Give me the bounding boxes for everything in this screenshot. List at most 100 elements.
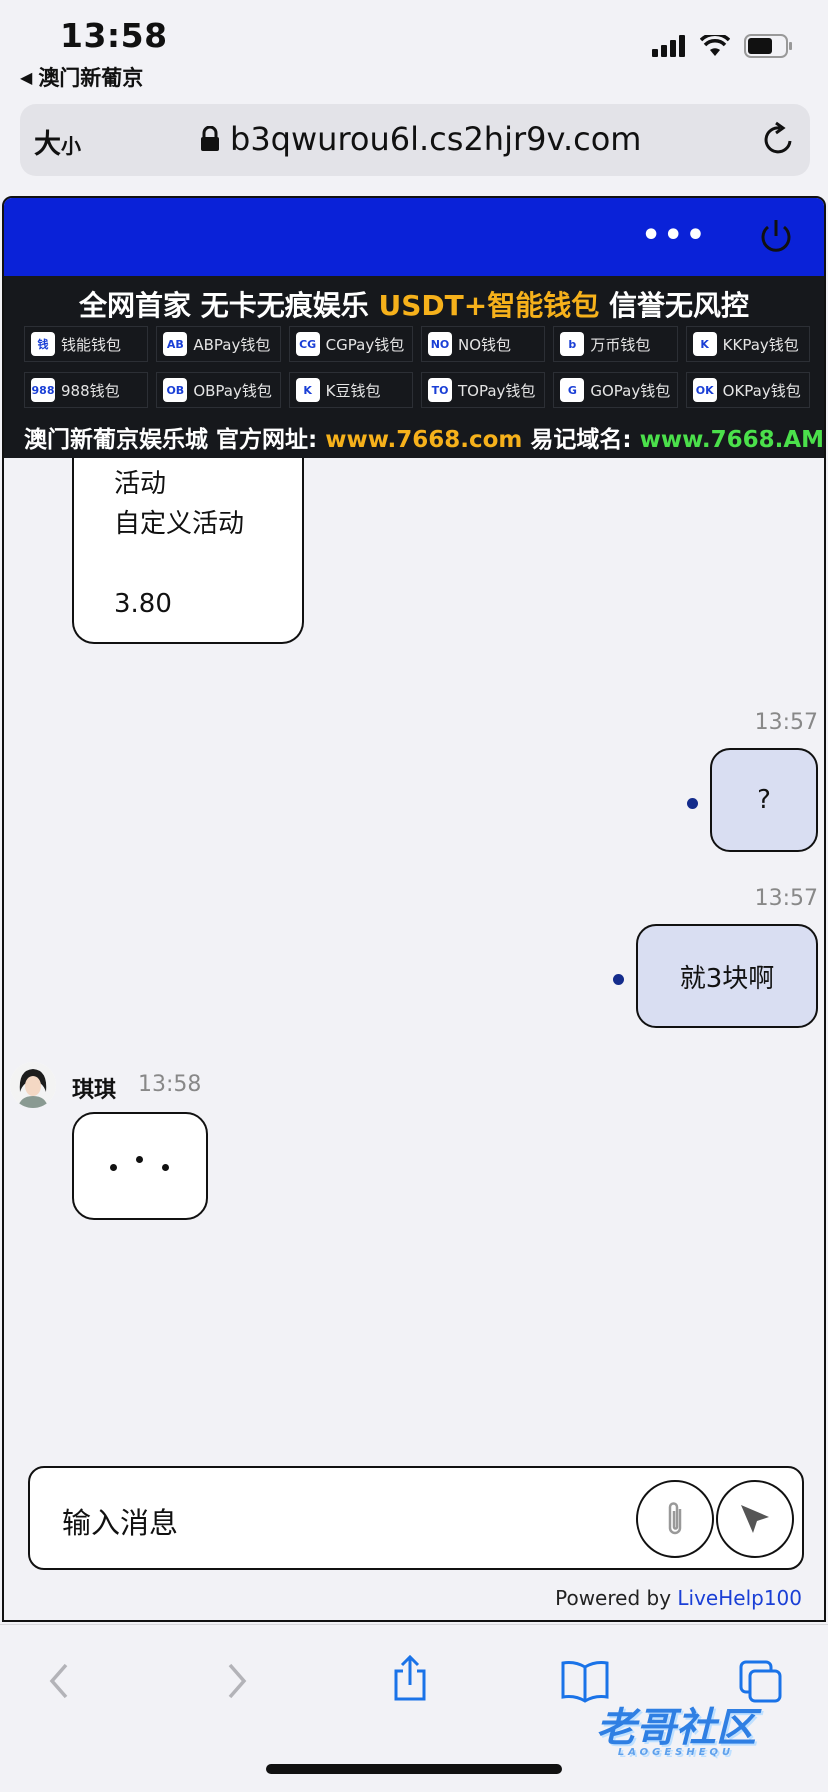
livehelp-link[interactable]: LiveHelp100 bbox=[677, 1586, 802, 1610]
agent-avatar-image bbox=[10, 1062, 56, 1108]
read-status-dot bbox=[613, 974, 624, 985]
card-amount: 3.80 bbox=[114, 589, 172, 619]
typing-dot bbox=[162, 1164, 169, 1171]
message-time: 13:57 bbox=[754, 886, 818, 911]
wallet-grid: 钱钱能钱包 AB ABPay钱包 CG CGPay钱包 NO NO钱包 b 万币钱包 K KKPay… bbox=[24, 326, 810, 408]
address-bar[interactable]: 大小 b3qwurou6l.cs2hjr9v.com bbox=[20, 104, 810, 176]
wallet-item[interactable]: OK OKPay钱包 bbox=[685, 372, 810, 408]
banner-title-part1: 全网首家 无卡无痕娱乐 bbox=[79, 289, 379, 322]
wallet-label: NO钱包 bbox=[458, 335, 512, 354]
cellular-signal-icon bbox=[652, 35, 685, 57]
message-composer[interactable]: 输入消息 bbox=[28, 1466, 804, 1570]
wallet-item[interactable]: b 万币钱包 bbox=[553, 326, 678, 362]
agent-activity-card: 活动 自定义活动 3.80 bbox=[72, 458, 304, 644]
read-status-dot bbox=[687, 798, 698, 809]
wallet-item[interactable]: OB OBPay钱包 bbox=[156, 372, 281, 408]
wifi-icon bbox=[700, 35, 730, 56]
wallet-label: 万币钱包 bbox=[590, 335, 651, 354]
wallet-label: ABPay钱包 bbox=[193, 335, 271, 354]
url-text: b3qwurou6l.cs2hjr9v.com bbox=[230, 120, 642, 158]
wallet-label: KKPay钱包 bbox=[722, 335, 799, 354]
attach-button[interactable] bbox=[636, 1480, 714, 1558]
wallet-item[interactable]: AB ABPay钱包 bbox=[156, 326, 281, 362]
wallet-label: CGPay钱包 bbox=[325, 335, 405, 354]
text-size-small-label: 小 bbox=[61, 134, 81, 158]
wallet-label: OKPay钱包 bbox=[722, 381, 801, 400]
message-time: 13:57 bbox=[754, 710, 818, 735]
typing-indicator bbox=[72, 1112, 208, 1220]
watermark-logo: 老哥社区 LAOGESHEQU bbox=[596, 1695, 756, 1758]
wallet-item[interactable]: G GOPay钱包 bbox=[553, 372, 678, 408]
message-input[interactable]: 输入消息 bbox=[62, 1500, 178, 1542]
share-icon[interactable] bbox=[390, 1653, 430, 1703]
watermark-text: 老哥社区 bbox=[596, 1705, 756, 1751]
wallet-item[interactable]: 988 988钱包 bbox=[24, 372, 149, 408]
reload-icon[interactable] bbox=[762, 121, 796, 157]
wallet-logo-icon: TO bbox=[428, 378, 452, 402]
chat-messages[interactable]: 活动 自定义活动 3.80 13:57 ? 13:57 就3块啊 琪琪 13:5… bbox=[4, 458, 824, 1548]
card-line-spacer bbox=[114, 544, 302, 584]
lock-icon bbox=[201, 126, 219, 151]
back-to-app-link[interactable]: ◀ 澳门新葡京 bbox=[20, 62, 143, 92]
wallet-logo-icon: OK bbox=[692, 378, 717, 402]
paperclip-icon bbox=[668, 1502, 682, 1535]
forward-arrow-icon[interactable] bbox=[222, 1659, 252, 1703]
power-icon[interactable] bbox=[758, 218, 794, 256]
url-display[interactable]: b3qwurou6l.cs2hjr9v.com bbox=[200, 120, 641, 158]
send-arrow-icon bbox=[741, 1505, 769, 1533]
wallet-item[interactable]: NO NO钱包 bbox=[421, 326, 546, 362]
text-size-button[interactable]: 大小 bbox=[34, 122, 81, 161]
wallet-logo-icon: AB bbox=[163, 332, 188, 356]
typing-dot bbox=[110, 1164, 117, 1171]
text-size-big-label: 大 bbox=[34, 129, 61, 160]
wallet-label: K豆钱包 bbox=[325, 381, 381, 400]
wallet-item[interactable]: CG CGPay钱包 bbox=[288, 326, 413, 362]
wallet-label: OBPay钱包 bbox=[193, 381, 272, 400]
official-site-label: 澳门新葡京娱乐城 官方网址: bbox=[24, 427, 326, 453]
wallet-item[interactable]: K KKPay钱包 bbox=[685, 326, 810, 362]
wallet-logo-icon: CG bbox=[295, 332, 320, 356]
banner-footer: 澳门新葡京娱乐城 官方网址: www.7668.com 易记域名: www.76… bbox=[24, 420, 824, 454]
wallet-logo-icon: b bbox=[560, 332, 585, 356]
watermark-subtext: LAOGESHEQU bbox=[617, 1747, 735, 1758]
agent-name: 琪琪 bbox=[72, 1078, 117, 1103]
typing-dot bbox=[136, 1156, 143, 1163]
wallet-logo-icon: K bbox=[295, 378, 320, 402]
wallet-label: TOPay钱包 bbox=[458, 381, 536, 400]
wallet-logo-icon: K bbox=[692, 332, 717, 356]
banner-title-highlight: USDT+智能钱包 bbox=[378, 289, 600, 322]
card-line: 自定义活动 bbox=[114, 509, 245, 539]
wallet-logo-icon: 钱 bbox=[31, 332, 55, 356]
easy-domain-label: 易记域名: bbox=[522, 427, 640, 453]
back-app-label: 澳门新葡京 bbox=[38, 66, 144, 90]
web-frame: ••• 全网首家 无卡无痕娱乐 USDT+智能钱包 信誉无风控 钱钱能钱包 AB A… bbox=[2, 196, 826, 1622]
user-message-text: ? bbox=[757, 785, 771, 815]
wallet-item[interactable]: K K豆钱包 bbox=[288, 372, 413, 408]
wallet-label: 钱能钱包 bbox=[61, 335, 122, 354]
back-triangle-icon: ◀ bbox=[20, 67, 33, 87]
wallet-item[interactable]: TO TOPay钱包 bbox=[421, 372, 546, 408]
battery-icon bbox=[744, 34, 792, 58]
send-button[interactable] bbox=[716, 1480, 794, 1558]
agent-message-time: 13:58 bbox=[138, 1072, 202, 1097]
official-site-url: www.7668.com bbox=[325, 427, 523, 453]
status-icons bbox=[652, 34, 794, 58]
card-line: 活动 bbox=[114, 469, 167, 499]
wallet-item[interactable]: 钱钱能钱包 bbox=[24, 326, 149, 362]
agent-avatar[interactable] bbox=[10, 1062, 56, 1108]
more-options-icon[interactable]: ••• bbox=[641, 218, 708, 253]
user-message-bubble: 就3块啊 bbox=[636, 924, 818, 1028]
status-time: 13:58 bbox=[60, 16, 168, 55]
wallet-label: GOPay钱包 bbox=[590, 381, 671, 400]
powered-by: Powered by LiveHelp100 bbox=[555, 1586, 802, 1610]
wallet-label: 988钱包 bbox=[61, 381, 120, 400]
banner-title: 全网首家 无卡无痕娱乐 USDT+智能钱包 信誉无风控 bbox=[4, 284, 824, 324]
wallet-logo-icon: NO bbox=[428, 332, 452, 356]
promo-banner[interactable]: 全网首家 无卡无痕娱乐 USDT+智能钱包 信誉无风控 钱钱能钱包 AB ABPay… bbox=[4, 276, 824, 458]
easy-domain-url: www.7668.AM bbox=[639, 427, 825, 453]
banner-title-part2: 信誉无风控 bbox=[599, 289, 749, 322]
back-arrow-icon[interactable] bbox=[44, 1659, 74, 1703]
home-indicator[interactable] bbox=[266, 1764, 562, 1774]
wallet-logo-icon: OB bbox=[163, 378, 188, 402]
wallet-logo-icon: 988 bbox=[31, 378, 55, 402]
